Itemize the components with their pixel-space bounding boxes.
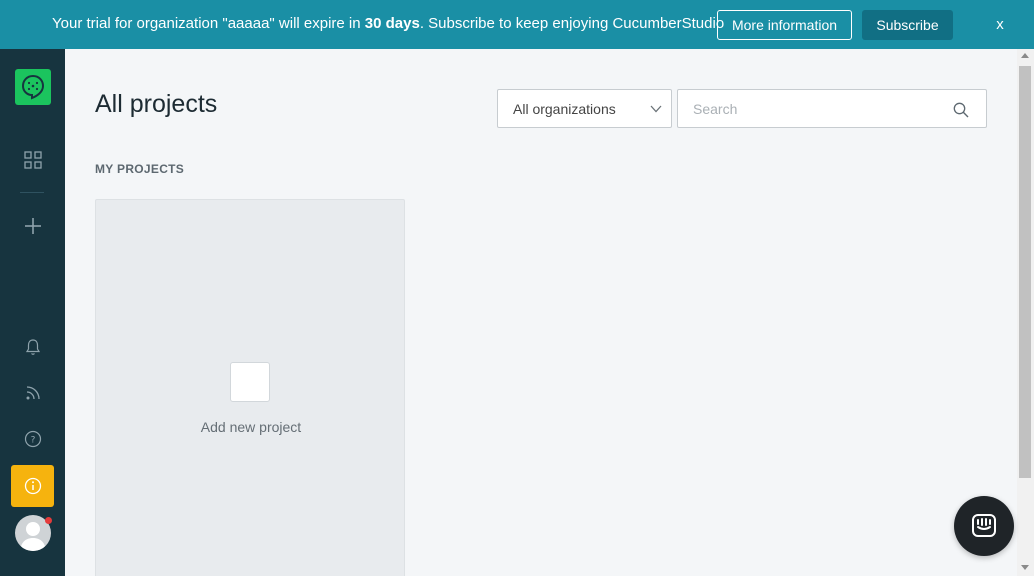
sidebar-divider (20, 192, 44, 193)
info-icon (24, 477, 41, 495)
search-input[interactable] (678, 90, 928, 127)
trial-text-prefix: Your trial for organization "aaaaa" will… (52, 15, 365, 32)
more-information-button[interactable]: More information (717, 10, 852, 40)
scrollbar[interactable] (1017, 49, 1034, 576)
trial-banner-text: Your trial for organization "aaaaa" will… (52, 15, 724, 32)
trial-days: 30 days (364, 15, 420, 32)
add-new-project-card[interactable]: Add new project (95, 199, 405, 576)
my-projects-heading: MY PROJECTS (95, 162, 185, 176)
chevron-down-icon (650, 105, 662, 113)
cucumber-logo-icon (21, 74, 45, 100)
chat-icon (972, 514, 996, 537)
search-box (677, 89, 987, 128)
grid-icon[interactable] (20, 147, 46, 173)
scroll-down-arrow-icon[interactable] (1021, 565, 1029, 570)
chat-launcher-button[interactable] (954, 496, 1014, 556)
organization-select-value: All organizations (513, 100, 616, 117)
add-project-box-icon (230, 362, 270, 402)
search-icon[interactable] (953, 102, 969, 118)
help-icon[interactable]: ? (20, 426, 46, 452)
plus-icon[interactable] (20, 213, 46, 239)
rss-icon[interactable] (20, 380, 46, 406)
organization-select[interactable]: All organizations (497, 89, 672, 128)
svg-text:?: ? (31, 436, 36, 446)
trial-banner: Your trial for organization "aaaaa" will… (0, 0, 1034, 49)
trial-text-suffix: . Subscribe to keep enjoying CucumberStu… (419, 15, 725, 32)
bell-icon[interactable] (20, 334, 46, 360)
cucumber-logo[interactable] (15, 69, 51, 105)
sidebar: ? (0, 49, 65, 576)
close-banner-button[interactable]: x (990, 14, 1010, 34)
add-new-project-label: Add new project (200, 419, 302, 435)
page-title: All projects (95, 90, 218, 118)
notification-dot (45, 517, 52, 524)
trial-info-button[interactable] (11, 465, 54, 507)
scroll-up-arrow-icon[interactable] (1021, 53, 1029, 58)
subscribe-button[interactable]: Subscribe (862, 10, 953, 40)
scrollbar-thumb[interactable] (1019, 66, 1031, 478)
